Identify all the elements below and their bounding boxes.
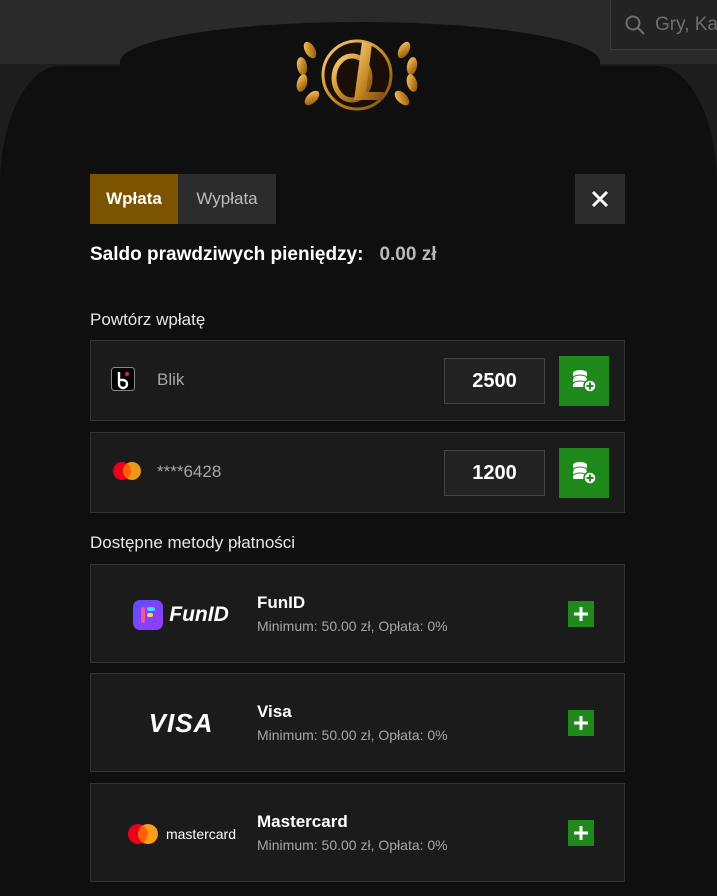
balance-label: Saldo prawdziwych pieniędzy:: [90, 244, 364, 265]
blik-icon: [111, 367, 135, 391]
method-name: FunID: [257, 593, 306, 612]
visa-logo: VISA: [111, 674, 251, 773]
repeat-deposit-button[interactable]: [559, 448, 609, 498]
mastercard-icon: [113, 462, 141, 480]
funid-logo: FunID: [111, 565, 251, 664]
search-icon: [625, 15, 645, 35]
plus-icon: [574, 607, 588, 621]
balance-value: 0.00 zł: [379, 244, 437, 265]
repeat-deposit-item: Blik 2500: [90, 340, 625, 421]
add-method-button[interactable]: [568, 820, 594, 846]
method-name: Mastercard: [257, 812, 348, 831]
method-name: Visa: [257, 702, 292, 721]
search-input[interactable]: Gry, Ka: [610, 0, 717, 50]
search-placeholder: Gry, Ka: [655, 13, 717, 35]
payment-method-label: ****6428: [157, 462, 222, 481]
brand-logo: [296, 39, 418, 111]
repeat-deposit-item: ****6428 1200: [90, 432, 625, 513]
method-info: Minimum: 50.00 zł, Opłata: 0%: [257, 618, 448, 634]
plus-icon: [574, 826, 588, 840]
coins-plus-icon: [572, 462, 597, 485]
method-info: Minimum: 50.00 zł, Opłata: 0%: [257, 837, 448, 853]
repeat-deposit-button[interactable]: [559, 356, 609, 406]
add-method-button[interactable]: [568, 710, 594, 736]
payment-method-funid[interactable]: FunID FunID Minimum: 50.00 zł, Opłata: 0…: [90, 564, 625, 663]
tab-withdraw[interactable]: Wypłata: [178, 174, 276, 224]
amount-input[interactable]: 1200: [444, 450, 545, 496]
payment-methods-title: Dostępne metody płatności: [90, 533, 296, 552]
payment-method-visa[interactable]: VISA Visa Minimum: 50.00 zł, Opłata: 0%: [90, 673, 625, 772]
funid-icon: [133, 599, 164, 630]
payment-method-label: Blik: [157, 370, 185, 389]
method-info: Minimum: 50.00 zł, Opłata: 0%: [257, 727, 448, 743]
mastercard-wordmark: mastercard: [165, 825, 237, 842]
close-button[interactable]: [575, 174, 625, 224]
funid-wordmark: FunID: [169, 602, 229, 626]
mastercard-logo: mastercard: [111, 784, 251, 883]
tab-deposit[interactable]: Wpłata: [90, 174, 178, 224]
mastercard-icon: [127, 823, 158, 844]
visa-wordmark: VISA: [148, 708, 214, 738]
payment-method-mastercard[interactable]: mastercard Mastercard Minimum: 50.00 zł,…: [90, 783, 625, 882]
plus-icon: [574, 716, 588, 730]
repeat-deposit-title: Powtórz wpłatę: [90, 310, 206, 329]
balance: Saldo prawdziwych pieniędzy: 0.00 zł: [90, 244, 437, 266]
coins-plus-icon: [572, 370, 597, 393]
add-method-button[interactable]: [568, 601, 594, 627]
deposit-withdraw-tabs: Wpłata Wypłata: [90, 174, 276, 224]
amount-input[interactable]: 2500: [444, 358, 545, 404]
close-icon: [591, 190, 609, 208]
